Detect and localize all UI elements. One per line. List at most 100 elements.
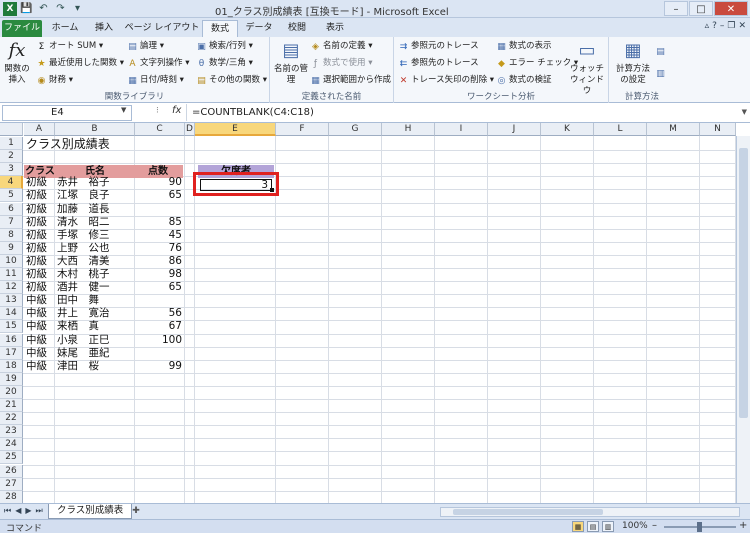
remove-arrows-button[interactable]: ✕ トレース矢印の削除 ▾	[398, 74, 494, 86]
row-header-28[interactable]: 28	[0, 490, 23, 503]
name-box[interactable]: E4	[2, 105, 132, 121]
redo-icon[interactable]: ↷	[54, 2, 67, 15]
cell-class[interactable]: 初級	[26, 254, 47, 268]
cell-class[interactable]: 中級	[26, 333, 47, 347]
zoom-in-icon[interactable]: +	[739, 520, 747, 531]
worksheet-grid[interactable]: ABCDEFGHIJKLMN 1 2 3 4 5 6 7 8 9 10 11 12 13 14 15 16 17…	[0, 123, 750, 503]
undo-icon[interactable]: ↶	[37, 2, 50, 15]
column-header-i[interactable]: I	[435, 123, 488, 136]
help-icon[interactable]: ?	[712, 21, 717, 31]
cell-score[interactable]: 65	[135, 188, 182, 202]
row-header-22[interactable]: 22	[0, 412, 23, 426]
cell-name[interactable]: 酒井 健一	[57, 280, 110, 294]
row-header-6[interactable]: 6	[0, 202, 23, 216]
cell-name[interactable]: 来栖 真	[57, 319, 99, 333]
column-header-m[interactable]: M	[647, 123, 700, 136]
calculate-sheet-icon[interactable]: ▥	[655, 67, 668, 79]
cell-score[interactable]: 67	[135, 319, 182, 333]
cell-score[interactable]: 56	[135, 306, 182, 320]
cell-class[interactable]: 中級	[26, 359, 47, 373]
row-header-4[interactable]: 4	[0, 176, 23, 190]
cell-class[interactable]: 中級	[26, 319, 47, 333]
cell-class[interactable]: 初級	[26, 280, 47, 294]
minimize-ribbon-icon[interactable]: ▵	[705, 21, 710, 31]
cell-class[interactable]: 初級	[26, 241, 47, 255]
row-header-9[interactable]: 9	[0, 241, 23, 255]
column-header-g[interactable]: G	[329, 123, 382, 136]
autosum-button[interactable]: Σ オート SUM ▾	[36, 40, 103, 52]
row-header-26[interactable]: 26	[0, 464, 23, 478]
formula-input[interactable]: =COUNTBLANK(C4:C18)	[186, 104, 734, 121]
row-header-19[interactable]: 19	[0, 372, 23, 386]
cell-class[interactable]: 初級	[26, 267, 47, 281]
trace-precedents-button[interactable]: ⇉ 参照元のトレース	[398, 40, 479, 52]
cell-score[interactable]: 99	[135, 359, 182, 373]
sheet-tab[interactable]: クラス別成績表	[48, 504, 133, 519]
zoom-out-icon[interactable]: –	[652, 520, 657, 531]
tab-data[interactable]: データ	[242, 20, 276, 37]
first-sheet-icon[interactable]: ⏮	[4, 506, 11, 516]
watch-window-button[interactable]: ▭ ウォッチ ウィンドウ	[568, 39, 606, 97]
cell-class[interactable]: 初級	[26, 215, 47, 229]
insert-function-fx-icon[interactable]: fx	[172, 105, 181, 116]
cell-name[interactable]: 江塚 良子	[57, 188, 110, 202]
zoom-slider-thumb[interactable]	[697, 522, 702, 532]
cell-name[interactable]: 妹尾 亜紀	[57, 346, 110, 360]
recent-functions-button[interactable]: ★ 最近使用した関数 ▾	[36, 57, 124, 69]
row-header-13[interactable]: 13	[0, 294, 23, 308]
expand-formula-bar-icon[interactable]: ▼	[742, 108, 747, 116]
row-header-18[interactable]: 18	[0, 359, 23, 373]
row-header-25[interactable]: 25	[0, 451, 23, 465]
sheet-title[interactable]: クラス別成績表	[26, 137, 110, 151]
column-header-h[interactable]: H	[382, 123, 435, 136]
error-check-button[interactable]: ◆ エラー チェック ▾	[496, 57, 578, 69]
cell-score[interactable]: 85	[135, 215, 182, 229]
column-header-j[interactable]: J	[488, 123, 541, 136]
tab-page-layout[interactable]: ページ レイアウト	[124, 20, 200, 37]
row-header-21[interactable]: 21	[0, 399, 23, 413]
cell-score[interactable]: 65	[135, 280, 182, 294]
horizontal-scroll-thumb[interactable]	[453, 509, 603, 515]
row-header-7[interactable]: 7	[0, 215, 23, 229]
select-all-corner[interactable]	[0, 123, 23, 136]
last-sheet-icon[interactable]: ⏭	[36, 506, 43, 516]
math-button[interactable]: θ 数学/三角 ▾	[196, 57, 253, 69]
more-functions-button[interactable]: ▤ その他の関数 ▾	[196, 74, 267, 86]
cell-score[interactable]: 86	[135, 254, 182, 268]
customize-qat-icon[interactable]: ▾	[71, 2, 84, 15]
row-header-15[interactable]: 15	[0, 320, 23, 334]
financial-button[interactable]: ◉ 財務 ▾	[36, 74, 73, 86]
create-from-selection-button[interactable]: ▦ 選択範囲から作成	[310, 74, 391, 86]
column-header-c[interactable]: C	[135, 123, 185, 136]
name-box-dropdown-icon[interactable]: ▼	[121, 106, 126, 114]
maximize-icon[interactable]: □	[689, 1, 713, 16]
row-header-10[interactable]: 10	[0, 254, 23, 268]
tab-view[interactable]: 表示	[318, 20, 352, 37]
cell-class[interactable]: 初級	[26, 202, 47, 216]
new-sheet-icon[interactable]: ✚	[128, 505, 144, 518]
tab-home[interactable]: ホーム	[46, 20, 84, 37]
cell-name[interactable]: 小泉 正巳	[57, 333, 110, 347]
row-header-14[interactable]: 14	[0, 307, 23, 321]
logical-button[interactable]: ▤ 論理 ▾	[127, 40, 164, 52]
calculation-options-button[interactable]: ▦ 計算方法の設定	[613, 39, 653, 86]
workbook-minimize-icon[interactable]: –	[720, 21, 725, 31]
row-header-3[interactable]: 3	[0, 163, 23, 177]
row-header-1[interactable]: 1	[0, 137, 23, 151]
text-functions-button[interactable]: A 文字列操作 ▾	[127, 57, 189, 69]
column-header-l[interactable]: L	[594, 123, 647, 136]
workbook-restore-icon[interactable]: ❐	[727, 21, 735, 31]
workbook-close-icon[interactable]: ✕	[738, 21, 746, 31]
define-name-button[interactable]: ◈ 名前の定義 ▾	[310, 40, 372, 52]
cell-class[interactable]: 中級	[26, 306, 47, 320]
cell-class[interactable]: 中級	[26, 293, 47, 307]
minimize-icon[interactable]: –	[664, 1, 688, 16]
tab-insert[interactable]: 挿入	[86, 20, 122, 37]
calculate-now-icon[interactable]: ▤	[655, 45, 668, 57]
cell-name[interactable]: 井上 寛治	[57, 306, 110, 320]
row-header-23[interactable]: 23	[0, 425, 23, 439]
column-header-f[interactable]: F	[276, 123, 329, 136]
page-layout-view-icon[interactable]: ▤	[587, 521, 599, 532]
row-header-2[interactable]: 2	[0, 150, 23, 164]
row-header-16[interactable]: 16	[0, 333, 23, 347]
